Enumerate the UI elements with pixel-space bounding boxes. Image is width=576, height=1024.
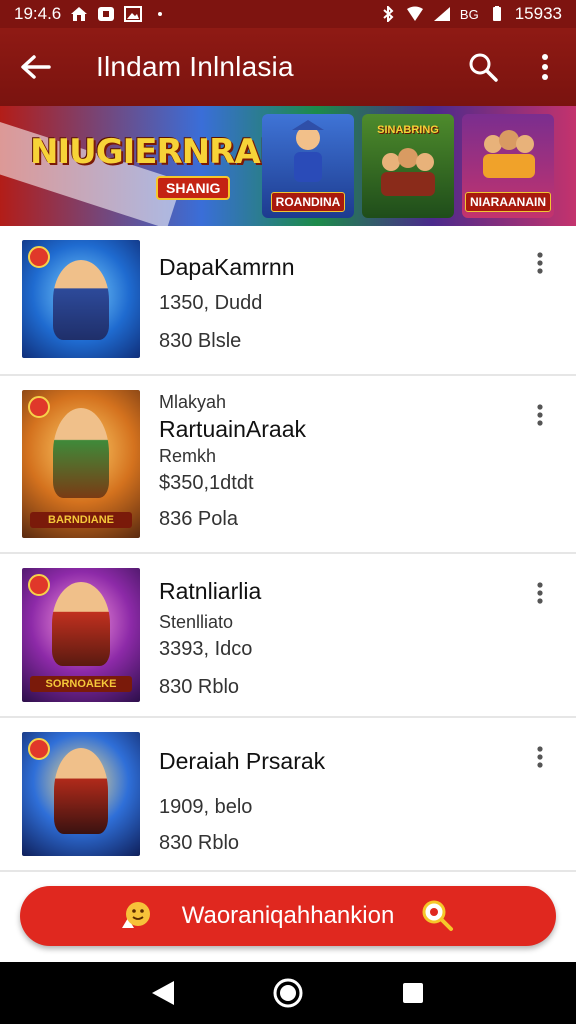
search-icon xyxy=(469,53,498,82)
banner-tag: SHANIG xyxy=(156,176,231,200)
cta-button[interactable]: Waoraniqahhankion xyxy=(20,886,556,946)
list-item[interactable]: SORNOAEKE Ratnliarlia Stenlliato 3393, I… xyxy=(0,554,576,718)
nav-back-button[interactable] xyxy=(143,973,183,1013)
item-detail: 1350, Dudd xyxy=(159,292,263,314)
hero-icon xyxy=(53,260,109,340)
battery-icon xyxy=(488,6,506,22)
arrow-left-icon xyxy=(21,55,51,79)
item-title: Deraiah Prsarak xyxy=(159,748,326,774)
item-title: DapaKamrnn xyxy=(159,254,295,280)
game-thumbnail xyxy=(22,732,140,856)
item-detail: Stenlliato xyxy=(159,612,234,632)
item-title: Ratnliarlia xyxy=(159,578,262,604)
item-title: RartuainAraak xyxy=(159,416,307,442)
more-options-button[interactable] xyxy=(514,28,576,106)
hero-icon xyxy=(52,582,110,666)
wifi-icon xyxy=(406,6,424,22)
more-vert-icon xyxy=(542,54,548,80)
item-detail: 3393, Idco xyxy=(159,638,253,660)
list-item[interactable]: DapaKamrnn 1350, Dudd 830 Blsle xyxy=(0,226,576,376)
item-detail: 1909, belo xyxy=(159,796,253,818)
square-recents-icon xyxy=(403,983,424,1003)
hero-figure-icon xyxy=(292,120,324,182)
game-thumbnail xyxy=(22,240,140,358)
signal-icon xyxy=(433,6,451,22)
thumbnail-caption: SORNOAEKE xyxy=(30,676,132,692)
search-button[interactable] xyxy=(452,28,514,106)
characters-icon xyxy=(381,148,435,196)
more-vert-icon xyxy=(537,746,543,768)
more-vert-icon xyxy=(537,252,543,274)
page-title: Ilndam Inlnlasia xyxy=(96,51,294,82)
promo-card[interactable]: SINABRING xyxy=(362,114,454,218)
dot-icon xyxy=(151,6,169,22)
promo-card[interactable]: ROANDINA xyxy=(262,114,354,218)
item-price: 836 Pola xyxy=(159,508,238,530)
more-vert-icon xyxy=(537,582,543,604)
item-detail: $350,1dtdt xyxy=(159,472,254,494)
badge-icon xyxy=(28,738,50,760)
bluetooth-icon xyxy=(379,6,397,22)
smile-icon xyxy=(122,902,150,928)
app-bar: Ilndam Inlnlasia xyxy=(0,28,576,106)
list-item[interactable]: Deraiah Prsarak 1909, belo 830 Rblo xyxy=(0,718,576,872)
item-menu-button[interactable] xyxy=(528,248,552,278)
badge-icon xyxy=(28,246,50,268)
network-label: BG xyxy=(459,6,479,22)
badge-icon xyxy=(28,396,50,418)
more-vert-icon xyxy=(537,404,543,426)
notification-icon xyxy=(97,6,115,22)
status-clock: 15933 xyxy=(514,4,562,23)
circle-home-icon xyxy=(273,978,303,1008)
promo-label: NIARAANAIN xyxy=(465,192,551,212)
item-menu-button[interactable] xyxy=(528,400,552,430)
status-bar: 19:4.6 BG 15933 xyxy=(0,0,576,28)
item-price: 830 Blsle xyxy=(159,330,242,352)
item-subtitle: Mlakyah xyxy=(159,392,227,412)
list-item[interactable]: BARNDIANE Mlakyah RartuainAraak Remkh $3… xyxy=(0,376,576,554)
home-icon xyxy=(70,6,88,22)
nav-home-button[interactable] xyxy=(268,973,308,1013)
triangle-back-icon xyxy=(151,981,174,1005)
cta-label: Waoraniqahhankion xyxy=(181,902,395,929)
characters-icon xyxy=(483,130,535,178)
game-thumbnail: SORNOAEKE xyxy=(22,568,140,702)
image-icon xyxy=(124,6,143,22)
search-icon xyxy=(422,900,453,931)
item-price: 830 Rblo xyxy=(159,832,240,854)
promo-label: ROANDINA xyxy=(270,192,346,212)
status-time: 19:4.6 xyxy=(14,4,62,23)
hero-icon xyxy=(53,408,109,498)
hero-icon xyxy=(54,748,108,834)
item-menu-button[interactable] xyxy=(528,578,552,608)
promo-card[interactable]: NIARAANAIN xyxy=(462,114,554,218)
thumbnail-caption: BARNDIANE xyxy=(30,512,132,528)
promo-banner[interactable]: NIUGIERNRAIIN SHANIG ROANDINA SINABRING … xyxy=(0,106,576,226)
game-thumbnail: BARNDIANE xyxy=(22,390,140,538)
badge-icon xyxy=(28,574,50,596)
nav-recents-button[interactable] xyxy=(393,973,433,1013)
item-price: 830 Rblo xyxy=(159,676,240,698)
item-detail: Remkh xyxy=(159,446,217,466)
system-nav-bar xyxy=(0,962,576,1024)
item-menu-button[interactable] xyxy=(528,742,552,772)
back-button[interactable] xyxy=(0,28,72,106)
promo-title: SINABRING xyxy=(377,124,439,136)
